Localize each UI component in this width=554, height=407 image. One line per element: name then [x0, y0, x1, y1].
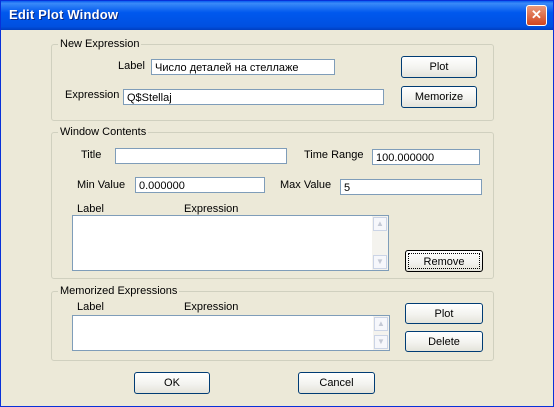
scroll-up-arrow-icon[interactable]: ▲: [374, 317, 388, 331]
max-value-field[interactable]: 5: [340, 179, 482, 195]
memorized-expressions-legend: Memorized Expressions: [58, 285, 180, 297]
scroll-down-arrow-icon[interactable]: ▼: [374, 335, 388, 349]
memorized-scrollbar[interactable]: ▲ ▼: [373, 316, 389, 350]
scroll-down-arrow-icon[interactable]: ▼: [373, 255, 387, 269]
memorized-list-header-label: Label: [77, 301, 104, 313]
close-button[interactable]: ✕: [526, 5, 547, 26]
title-field[interactable]: [115, 148, 287, 164]
window-contents-scrollbar[interactable]: ▲ ▼: [372, 216, 388, 270]
memorized-list-header-expression: Expression: [184, 301, 239, 313]
memorized-expressions-list[interactable]: ▲ ▼: [72, 315, 390, 351]
memorize-button[interactable]: Memorize: [401, 86, 477, 108]
expression-caption: Expression: [65, 89, 120, 101]
edit-plot-window: Edit Plot Window ✕ New Expression Label …: [0, 0, 554, 407]
label-caption: Label: [118, 60, 145, 72]
remove-button-label: Remove: [408, 253, 480, 269]
close-icon: ✕: [531, 7, 542, 22]
remove-button[interactable]: Remove: [405, 250, 483, 272]
plot-button[interactable]: Plot: [401, 56, 477, 78]
memorized-plot-button[interactable]: Plot: [405, 303, 483, 324]
cancel-button[interactable]: Cancel: [298, 372, 375, 394]
window-contents-list[interactable]: ▲ ▼: [72, 215, 389, 271]
window-title: Edit Plot Window: [9, 7, 119, 22]
contents-list-header-label: Label: [77, 203, 104, 215]
contents-list-header-expression: Expression: [184, 203, 239, 215]
time-range-caption: Time Range: [304, 149, 364, 161]
ok-button[interactable]: OK: [134, 372, 210, 394]
title-caption: Title: [81, 149, 102, 161]
label-field[interactable]: Число деталей на стеллаже: [151, 59, 335, 75]
min-value-field[interactable]: 0.000000: [135, 177, 265, 193]
min-value-caption: Min Value: [77, 179, 126, 191]
new-expression-legend: New Expression: [58, 38, 142, 50]
delete-button[interactable]: Delete: [405, 331, 483, 352]
title-bar[interactable]: Edit Plot Window ✕: [1, 1, 553, 30]
time-range-field[interactable]: 100.000000: [372, 149, 480, 165]
window-contents-legend: Window Contents: [58, 126, 149, 138]
scroll-up-arrow-icon[interactable]: ▲: [373, 217, 387, 231]
expression-field[interactable]: Q$Stellaj: [123, 89, 384, 105]
max-value-caption: Max Value: [280, 179, 332, 191]
